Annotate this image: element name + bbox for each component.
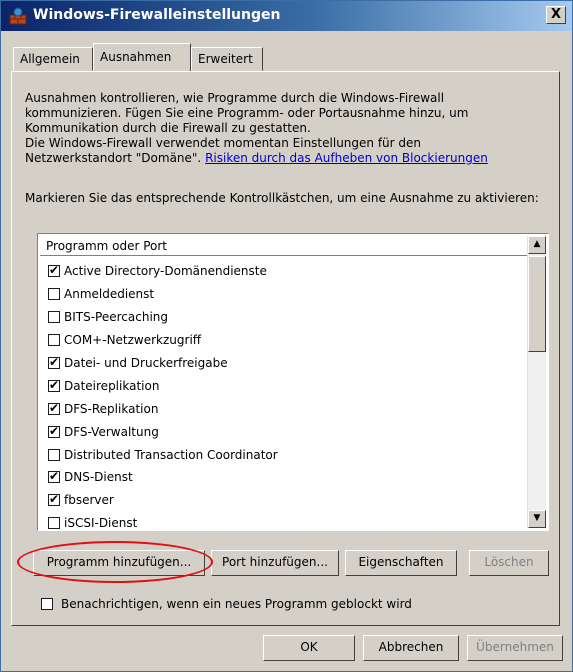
list-item-dateireplikation[interactable]: Dateireplikation	[40, 374, 528, 397]
cancel-button[interactable]: Abbrechen	[363, 635, 459, 661]
add-port-button[interactable]: Port hinzufügen...	[211, 550, 339, 576]
list-item-label: Dateireplikation	[64, 378, 160, 393]
list-item-bits[interactable]: BITS-Peercaching	[40, 306, 528, 329]
list-item-datei-drucker[interactable]: Datei- und Druckerfreigabe	[40, 352, 528, 375]
list-item-label: Active Directory-Domänendienste	[64, 264, 267, 279]
tab-allgemein[interactable]: Allgemein	[13, 47, 93, 71]
checkbox[interactable]	[48, 264, 60, 278]
list-item-iscsi[interactable]: iSCSI-Dienst	[40, 512, 528, 535]
window-title: Windows-Firewalleinstellungen	[33, 7, 281, 23]
checkbox[interactable]	[48, 493, 60, 507]
description-line: kommunizieren. Fügen Sie eine Programm- …	[25, 106, 469, 120]
checkbox[interactable]	[48, 402, 60, 415]
list-item-label: Datei- und Druckerfreigabe	[64, 356, 228, 370]
list-item-label: DFS-Replikation	[64, 401, 159, 416]
checkbox[interactable]	[48, 517, 60, 530]
list-item-dfs-verwaltung[interactable]: DFS-Verwaltung	[40, 420, 528, 443]
firewall-icon	[9, 7, 27, 25]
notify-option[interactable]: Benachrichtigen, wenn ein neues Programm…	[41, 597, 412, 611]
apply-button[interactable]: Übernehmen	[467, 635, 563, 661]
description-line: Kommunikation durch die Firewall zu gest…	[25, 121, 311, 135]
checkbox[interactable]	[48, 356, 60, 369]
checkbox[interactable]	[48, 288, 60, 301]
delete-button[interactable]: Löschen	[469, 550, 549, 576]
checkbox[interactable]	[48, 425, 60, 438]
tab-erweitert[interactable]: Erweitert	[191, 47, 263, 71]
checkbox[interactable]	[48, 379, 60, 392]
risks-link[interactable]: Risiken durch das Aufheben von Blockieru…	[205, 151, 488, 165]
list-item-anmeldedienst[interactable]: Anmeldedienst	[40, 283, 528, 306]
list-item-dfs-replikation[interactable]: DFS-Replikation	[40, 397, 528, 420]
firewall-settings-dialog: Windows-Firewalleinstellungen X Allgemei…	[0, 0, 573, 672]
list-item-label: BITS-Peercaching	[64, 310, 169, 325]
list-item-label: iSCSI-Dienst	[64, 516, 138, 531]
checkbox[interactable]	[48, 311, 60, 324]
scroll-up-icon[interactable]: ▲	[528, 236, 546, 254]
instruction-text: Markieren Sie das entsprechende Kontroll…	[25, 191, 539, 205]
notify-checkbox[interactable]	[41, 598, 53, 610]
list-item-label: fbserver	[64, 493, 114, 508]
description-line-prefix: Netzwerkstandort "Domäne".	[25, 151, 206, 165]
list-item-label: Distributed Transaction Coordinator	[64, 447, 278, 462]
list-item-label: DFS-Verwaltung	[64, 424, 159, 439]
notify-label: Benachrichtigen, wenn ein neues Programm…	[61, 597, 412, 611]
highlight-circle	[17, 541, 213, 583]
checkbox[interactable]	[48, 470, 60, 484]
list-item-dns[interactable]: DNS-Dienst	[40, 466, 528, 489]
list-item-label: DNS-Dienst	[64, 470, 133, 485]
exceptions-list[interactable]: Programm oder Port Active Directory-Domä…	[37, 233, 549, 531]
description-line: Ausnahmen kontrollieren, wie Programme d…	[25, 91, 445, 105]
scroll-down-icon[interactable]: ▼	[528, 510, 546, 528]
ok-button[interactable]: OK	[263, 635, 355, 661]
list-item-active-directory[interactable]: Active Directory-Domänendienste	[40, 260, 528, 283]
list-item-label: Anmeldedienst	[64, 287, 155, 302]
list-item-label: COM+-Netzwerkzugriff	[64, 333, 202, 348]
list-item-com[interactable]: COM+-Netzwerkzugriff	[40, 329, 528, 352]
title-bar: Windows-Firewalleinstellungen X	[1, 1, 572, 31]
vertical-scrollbar[interactable]: ▲ ▼	[527, 236, 546, 528]
checkbox[interactable]	[48, 448, 60, 461]
description-line: Netzwerkstandort "Domäne". Risiken durch…	[25, 151, 545, 166]
description-text: Ausnahmen kontrollieren, wie Programme d…	[25, 91, 545, 166]
tab-ausnahmen[interactable]: Ausnahmen	[93, 43, 191, 71]
scroll-thumb[interactable]	[528, 256, 546, 352]
list-item-fbserver[interactable]: fbserver	[40, 489, 528, 512]
properties-button[interactable]: Eigenschaften	[345, 550, 457, 576]
checkbox[interactable]	[48, 334, 60, 347]
close-button[interactable]: X	[546, 6, 566, 24]
list-item-dtc[interactable]: Distributed Transaction Coordinator	[40, 443, 528, 466]
list-rows: Active Directory-Domänendienste Anmelded…	[40, 260, 528, 535]
description-line: Die Windows-Firewall verwendet momentan …	[25, 136, 422, 150]
list-column-header[interactable]: Programm oder Port	[40, 236, 528, 256]
